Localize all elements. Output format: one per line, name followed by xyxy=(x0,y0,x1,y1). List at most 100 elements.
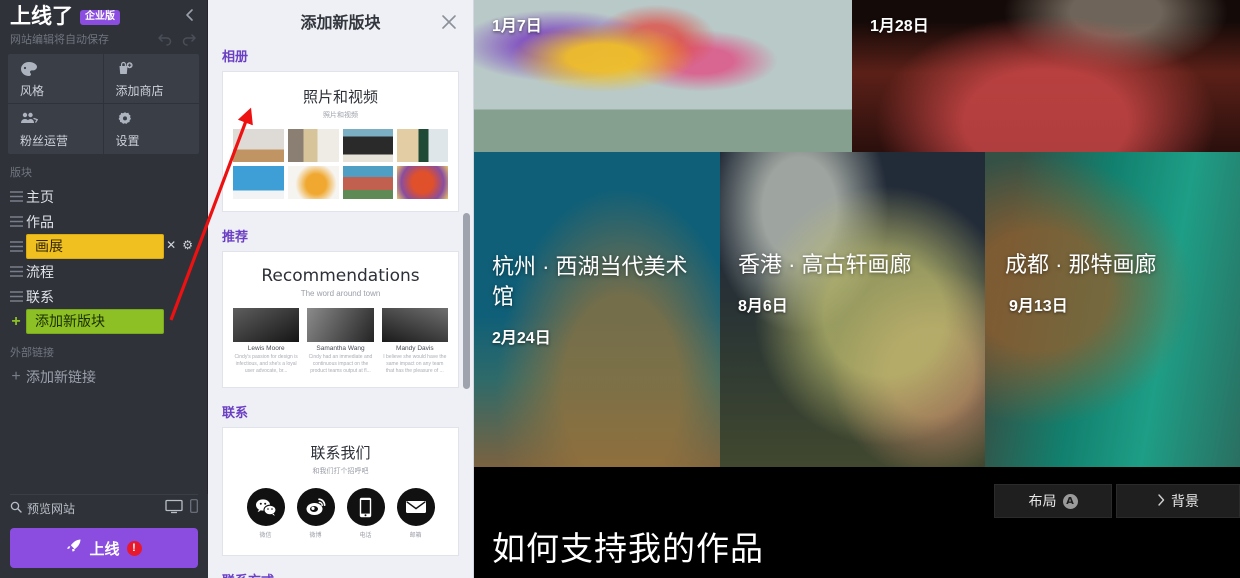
social-weibo: 微博 xyxy=(296,488,335,539)
quick-action-add-shop[interactable]: 添加商店 xyxy=(103,54,199,104)
mail-icon xyxy=(396,488,435,526)
panel-card-photo-video-sub: 照片和视频 xyxy=(323,112,358,119)
social-mail-label: 邮箱 xyxy=(409,533,422,539)
publish-label: 上线 xyxy=(89,540,120,558)
publish-button[interactable]: 上线 ! xyxy=(10,528,198,568)
plus-icon: + xyxy=(11,312,21,330)
canvas-toolbar: 布局 A 背景 xyxy=(994,484,1240,518)
photo-thumbnail xyxy=(287,166,339,199)
add-new-section-label: 添加新版块 xyxy=(26,309,164,334)
recommendation-name: Mandy Davis xyxy=(396,345,434,352)
list-item: Mandy Davis I believe she would have the… xyxy=(381,308,448,375)
layout-button-label: 布局 xyxy=(1028,493,1057,509)
gallery-card[interactable]: 成都 · 那特画廊 9月13日 xyxy=(985,152,1240,467)
quick-actions-grid: 风格 添加商店 粉丝运营 设置 xyxy=(8,54,199,154)
recommendation-list: Lewis Moore Cindy's passion for design i… xyxy=(233,308,448,375)
sidebar-item-process[interactable]: 流程 xyxy=(0,259,207,284)
site-canvas: 1月7日 1月28日 杭州 · 西湖当代美术馆 2月24日 香港 · 高古轩画廊… xyxy=(474,0,1240,578)
recommendation-text: Cindy's passion for design is infectious… xyxy=(234,354,298,374)
redo-icon[interactable] xyxy=(181,32,197,46)
gallery-card[interactable]: 杭州 · 西湖当代美术馆 2月24日 xyxy=(474,152,720,467)
list-item: Lewis Moore Cindy's passion for design i… xyxy=(233,308,300,375)
panel-card-photo-video[interactable]: 照片和视频 照片和视频 xyxy=(222,71,459,212)
drag-handle-icon[interactable] xyxy=(6,266,26,277)
recommendation-text: I believe she would have the same impact… xyxy=(383,354,447,374)
layout-button[interactable]: 布局 A xyxy=(994,484,1112,518)
quick-action-style[interactable]: 风格 xyxy=(8,54,104,104)
sidebar-item-contact[interactable]: 联系 xyxy=(0,284,207,309)
remove-section-icon[interactable]: ✕ xyxy=(166,238,176,252)
gallery-card-date: 8月6日 xyxy=(738,298,788,315)
desktop-view-icon[interactable] xyxy=(165,499,183,519)
gallery-card-date: 9月13日 xyxy=(1009,298,1068,315)
photo-thumbnail xyxy=(397,166,448,199)
weibo-icon xyxy=(296,488,335,526)
photo-thumbnail xyxy=(342,129,394,162)
photo-thumbnail xyxy=(233,129,284,162)
drag-handle-icon[interactable] xyxy=(6,241,26,252)
publish-alert-badge: ! xyxy=(126,540,142,556)
gallery-card[interactable]: 1月7日 xyxy=(474,0,852,152)
photo-thumbnail xyxy=(342,166,394,199)
people-icon xyxy=(20,111,103,129)
drag-handle-icon[interactable] xyxy=(6,216,26,227)
recommendation-name: Samantha Wang xyxy=(316,345,365,352)
gallery-row-1: 1月7日 1月28日 xyxy=(474,0,1240,152)
panel-header: 添加新版块 xyxy=(208,0,473,42)
sections-label: 版块 xyxy=(10,167,32,179)
section-settings-icon[interactable]: ⚙ xyxy=(182,238,193,252)
background-button[interactable]: 背景 xyxy=(1116,484,1240,518)
undo-redo-group xyxy=(157,32,197,46)
sidebar-footer: 预览网站 上线 ! xyxy=(0,494,208,578)
chevron-right-icon xyxy=(1157,493,1165,509)
photo-thumbnail-grid xyxy=(233,129,448,199)
panel-card-contact-us[interactable]: 联系我们 和我们打个招呼吧 微信 微博 电话 邮箱 xyxy=(222,427,459,556)
sidebar-item-actions: ✕ ⚙ xyxy=(166,238,193,252)
quick-action-settings-label: 设置 xyxy=(115,134,140,148)
panel-group-title-contact-method: 联系方式 xyxy=(222,570,459,578)
add-new-link-label: 添加新链接 xyxy=(26,368,96,385)
social-weibo-label: 微博 xyxy=(309,533,322,539)
sidebar-item-works-label: 作品 xyxy=(26,213,54,230)
add-new-link-button[interactable]: + 添加新链接 xyxy=(0,364,207,389)
add-new-section-button[interactable]: + 添加新版块 xyxy=(0,309,207,334)
drag-handle-icon[interactable] xyxy=(6,291,26,302)
add-section-panel: 添加新版块 相册 照片和视频 照片和视频 推荐 Recommendations … xyxy=(208,0,474,578)
quick-action-settings[interactable]: 设置 xyxy=(104,104,200,154)
sidebar-item-contact-label: 联系 xyxy=(26,288,54,305)
mobile-view-icon[interactable] xyxy=(190,499,198,518)
panel-card-contact-us-sub: 和我们打个招呼吧 xyxy=(312,468,369,475)
sidebar-item-process-label: 流程 xyxy=(26,263,54,280)
avatar xyxy=(381,308,448,342)
panel-card-recommendations-sub: The word around town xyxy=(300,289,381,298)
social-phone-label: 电话 xyxy=(359,533,372,539)
external-links-label: 外部链接 xyxy=(10,347,54,359)
device-toggle-group xyxy=(165,499,198,519)
panel-card-recommendations[interactable]: Recommendations The word around town Lew… xyxy=(222,251,459,388)
gallery-card[interactable]: 香港 · 高古轩画廊 8月6日 xyxy=(720,152,985,467)
panel-body[interactable]: 相册 照片和视频 照片和视频 推荐 Recommendations The wo… xyxy=(208,42,473,578)
gallery-card-date: 2月24日 xyxy=(492,330,551,347)
close-icon[interactable] xyxy=(439,12,459,37)
sidebar-item-home[interactable]: 主页 xyxy=(0,184,207,209)
panel-scrollbar-thumb[interactable] xyxy=(463,213,470,389)
drag-handle-icon[interactable] xyxy=(6,191,26,202)
sidebar-item-works[interactable]: 作品 xyxy=(0,209,207,234)
undo-icon[interactable] xyxy=(157,32,173,46)
avatar xyxy=(233,308,300,342)
left-sidebar: 上线了 企业版 网站编辑将自动保存 风格 添加商店 粉丝运营 设置 版块 主页 … xyxy=(0,0,208,578)
sidebar-item-home-label: 主页 xyxy=(26,188,54,205)
autosave-row: 网站编辑将自动保存 xyxy=(0,30,207,52)
gallery-card[interactable]: 1月28日 xyxy=(852,0,1240,152)
collapse-sidebar-button[interactable] xyxy=(181,6,199,24)
panel-title: 添加新版块 xyxy=(300,15,381,32)
quick-action-fans-label: 粉丝运营 xyxy=(20,134,69,148)
social-wechat: 微信 xyxy=(246,488,285,539)
gallery-row-2: 杭州 · 西湖当代美术馆 2月24日 香港 · 高古轩画廊 8月6日 成都 · … xyxy=(474,152,1240,467)
sidebar-item-exhibition[interactable]: 画展 ✕ ⚙ xyxy=(0,234,207,259)
recommendation-name: Lewis Moore xyxy=(247,345,285,352)
quick-action-fans[interactable]: 粉丝运营 xyxy=(8,104,104,154)
brand-logo: 上线了 xyxy=(10,5,73,28)
plus-icon: + xyxy=(11,367,21,385)
preview-site-button[interactable]: 预览网站 xyxy=(10,500,75,517)
